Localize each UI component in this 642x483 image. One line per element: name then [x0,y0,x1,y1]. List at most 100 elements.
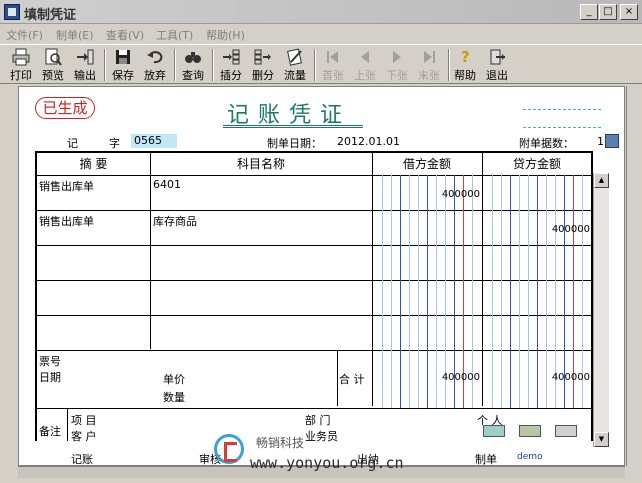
row1-summary[interactable]: 销售出库单 [39,178,94,194]
attach-count-field[interactable]: 1 [597,135,604,148]
query-label: 查询 [182,69,204,82]
maker-value: demo [517,452,543,462]
watermark-url: www.yonyou.org.cn [250,454,404,472]
minimize-button[interactable]: _ [580,4,598,20]
menu-file[interactable]: 文件(F) [6,27,43,43]
preview-icon [45,48,62,66]
save-button[interactable]: 保存 [108,47,138,83]
row2-credit[interactable]: 400000 [483,224,590,235]
exit-button[interactable]: 退出 [482,47,512,83]
pen-icon[interactable] [555,425,577,437]
help-button[interactable]: ? 帮助 [450,47,480,83]
window-title: 填制凭证 [24,8,77,23]
last-record-button[interactable]: 末张 [414,47,444,83]
insert-row-icon [223,49,240,65]
voucher-number-field[interactable]: 0565 [131,134,177,148]
attach-label: 附单据数： [519,137,574,150]
row1-debit[interactable]: 400000 [373,189,480,200]
delete-row-button[interactable]: 删分 [248,47,278,83]
bill-no-label: 票号 [39,355,61,368]
bookkeeper-label: 记账 [71,453,93,466]
close-button[interactable]: × [620,4,638,20]
cashflow-button[interactable]: 流量 [280,47,310,83]
query-button[interactable]: 查询 [178,47,208,83]
image-icon[interactable] [519,425,541,437]
row2-summary[interactable]: 销售出库单 [39,213,94,229]
grid-line [482,153,483,406]
export-label: 输出 [74,69,96,82]
unit-price-label: 单价 [163,373,185,386]
next-record-button[interactable]: 下张 [382,47,412,83]
col-credit: 贷方金额 [512,157,561,171]
department-label: 部 门 [305,414,331,427]
exit-icon [490,49,505,65]
next-icon [393,51,401,63]
salesman-label: 业务员 [305,430,338,443]
undo-icon [147,51,163,64]
vertical-scrollbar[interactable]: ▲ ▼ [593,173,609,447]
grid-line [37,315,591,316]
voucher-panel: 已生成 记账凭证 记 字 0565 制单日期： 2012.01.01 附单据数：… [18,86,625,466]
exit-label: 退出 [486,69,508,82]
grid-line [37,408,591,409]
print-button[interactable]: 打印 [6,47,36,83]
first-icon [327,51,338,63]
col-account: 科目名称 [236,157,285,171]
row2-account[interactable]: 库存商品 [153,213,197,229]
next-label: 下张 [386,69,408,82]
dotted-line [523,127,601,128]
date-label: 制单日期： [267,137,322,150]
scroll-down-icon[interactable]: ▼ [594,432,609,447]
grid-line [150,153,151,349]
maximize-button[interactable]: □ [599,4,617,20]
discard-button[interactable]: 放弃 [140,47,170,83]
maker-label: 制单 [475,453,497,466]
delete-row-icon [254,49,271,65]
date-line-label: 日期 [39,371,61,384]
export-icon [77,49,94,65]
toolbar: 打印 预览 输出 保存 放弃 查询 插分 删分 流量 首张 上张 下张 末张 ?… [0,44,642,84]
prev-record-button[interactable]: 上张 [350,47,380,83]
watermark-logo [214,434,244,464]
quantity-label: 数量 [163,391,185,404]
voucher-number-label: 字 [109,137,120,150]
insert-row-button[interactable]: 插分 [216,47,246,83]
menu-view[interactable]: 查看(V) [106,27,144,43]
export-button[interactable]: 输出 [70,47,100,83]
save-label: 保存 [112,69,134,82]
help-label: 帮助 [454,69,476,82]
menu-make[interactable]: 制单(E) [56,27,94,43]
total-credit: 400000 [551,372,590,383]
scroll-up-icon[interactable]: ▲ [594,173,609,188]
attach-lookup-icon[interactable] [605,134,619,148]
last-label: 末张 [418,69,440,82]
menu-tools[interactable]: 工具(T) [156,27,193,43]
first-record-button[interactable]: 首张 [318,47,348,83]
customer-label: 客 户 [71,430,97,443]
remark-label: 备注 [39,425,61,438]
help-icon: ? [461,48,470,66]
insert-row-label: 插分 [220,69,242,82]
voucher-type-label: 记 [67,137,78,150]
preview-button[interactable]: 预览 [38,47,68,83]
col-debit: 借方金额 [402,157,451,171]
menu-help[interactable]: 帮助(H) [206,27,245,43]
date-field[interactable]: 2012.01.01 [337,135,400,148]
first-label: 首张 [322,69,344,82]
voucher-grid: 摘 要 科目名称 借方金额 贷方金额 销售出库单 6401 400000 销售出… [35,151,593,443]
cashflow-icon [287,48,302,66]
picture-icon[interactable] [483,425,505,437]
menu-bar: 文件(F) 制单(E) 查看(V) 工具(T) 帮助(H) [0,24,642,44]
total-debit: 400000 [441,372,480,383]
grid-line [37,175,591,176]
watermark-brand: 畅销科技 [256,436,305,450]
grid-line [337,350,338,406]
grid-line [37,245,591,246]
title-bar: 填制凭证 _ □ × [0,0,642,24]
delete-row-label: 删分 [252,69,274,82]
project-label: 项 目 [71,414,97,427]
app-icon [4,4,20,20]
row1-account[interactable]: 6401 [153,178,181,191]
save-icon [116,50,130,64]
toolbar-separator [212,49,214,81]
